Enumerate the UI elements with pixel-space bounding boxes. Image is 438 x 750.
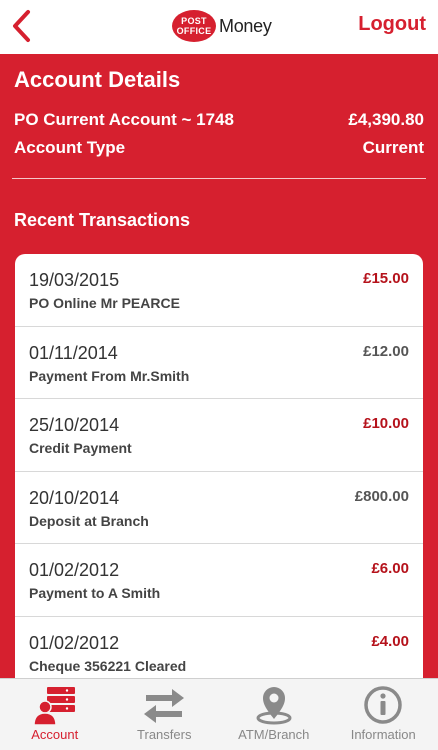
transaction-date: 19/03/2015 — [29, 270, 120, 290]
tab-label: ATM/Branch — [238, 727, 310, 742]
transaction-row[interactable]: 20/10/2014 Deposit at Branch £800.00 — [15, 472, 423, 545]
chevron-left-icon — [13, 10, 30, 42]
tab-label: Information — [350, 727, 416, 742]
back-button[interactable] — [8, 8, 38, 44]
account-type-value: Current — [362, 138, 424, 157]
transaction-date: 01/02/2012 — [29, 632, 120, 653]
divider — [12, 178, 426, 179]
transaction-date: 25/10/2014 — [29, 415, 120, 436]
transaction-amount: £12.00 — [363, 342, 409, 360]
transaction-row[interactable]: 01/02/2012 Payment to A Smith £6.00 — [15, 544, 423, 617]
transaction-date: 20/10/2014 — [29, 487, 120, 508]
top-bar: POST OFFICE Money Logout — [0, 0, 438, 54]
transactions-list[interactable]: 19/03/2015 PO Online Mr PEARCE £15.00 01… — [15, 254, 423, 678]
transaction-amount: £800.00 — [354, 487, 409, 505]
map-pin-icon — [256, 687, 292, 725]
transaction-amount: £10.00 — [363, 415, 409, 433]
transaction-description: Credit Payment — [29, 440, 132, 457]
transaction-description: PO Online Mr PEARCE — [29, 295, 180, 311]
tab-information[interactable]: Information — [329, 679, 438, 750]
transaction-row[interactable]: 01/02/2012 Cheque 356221 Cleared £4.00 — [15, 617, 423, 678]
transaction-date: 01/02/2012 — [29, 560, 120, 581]
transaction-description: Cheque 356221 Cleared — [29, 657, 187, 674]
post-office-money-logo: POST OFFICE Money — [172, 9, 272, 43]
transaction-amount: £6.00 — [371, 560, 409, 578]
account-name: PO Current Account ~ 1748 — [14, 110, 234, 129]
tab-label: Transfers — [137, 727, 192, 742]
recent-transactions-title: Recent Transactions — [14, 210, 191, 230]
account-type-label: Account Type — [14, 138, 126, 157]
account-balance: £4,390.80 — [348, 110, 424, 129]
tab-atm-branch[interactable]: ATM/Branch — [219, 679, 329, 750]
account-icon — [32, 687, 75, 725]
logo-wordmark: Money — [219, 15, 272, 36]
transaction-amount: £4.00 — [371, 632, 409, 650]
transaction-description: Payment From Mr.Smith — [29, 367, 190, 384]
tab-bar: Account Transfers ATM/Branch Information — [0, 678, 438, 750]
transaction-amount: £15.00 — [363, 270, 409, 287]
info-icon — [364, 686, 402, 724]
transfers-icon — [144, 689, 185, 723]
account-name-row: PO Current Account ~ 1748 £4,390.80 — [14, 110, 424, 130]
account-type-row: Account Type Current — [14, 138, 424, 158]
transaction-date: 01/11/2014 — [29, 342, 118, 363]
transaction-description: Deposit at Branch — [29, 512, 149, 529]
tab-transfers[interactable]: Transfers — [110, 679, 220, 750]
tab-account[interactable]: Account — [0, 679, 110, 750]
logout-button[interactable]: Logout — [358, 13, 426, 36]
tab-label: Account — [31, 727, 79, 742]
account-details-title: Account Details — [14, 67, 181, 92]
transaction-row[interactable]: 25/10/2014 Credit Payment £10.00 — [15, 399, 423, 472]
logo-badge: POST OFFICE — [172, 10, 216, 42]
transaction-row[interactable]: 01/11/2014 Payment From Mr.Smith £12.00 — [15, 327, 423, 400]
transaction-description: Payment to A Smith — [29, 585, 161, 602]
transaction-row[interactable]: 19/03/2015 PO Online Mr PEARCE £15.00 — [15, 254, 423, 327]
